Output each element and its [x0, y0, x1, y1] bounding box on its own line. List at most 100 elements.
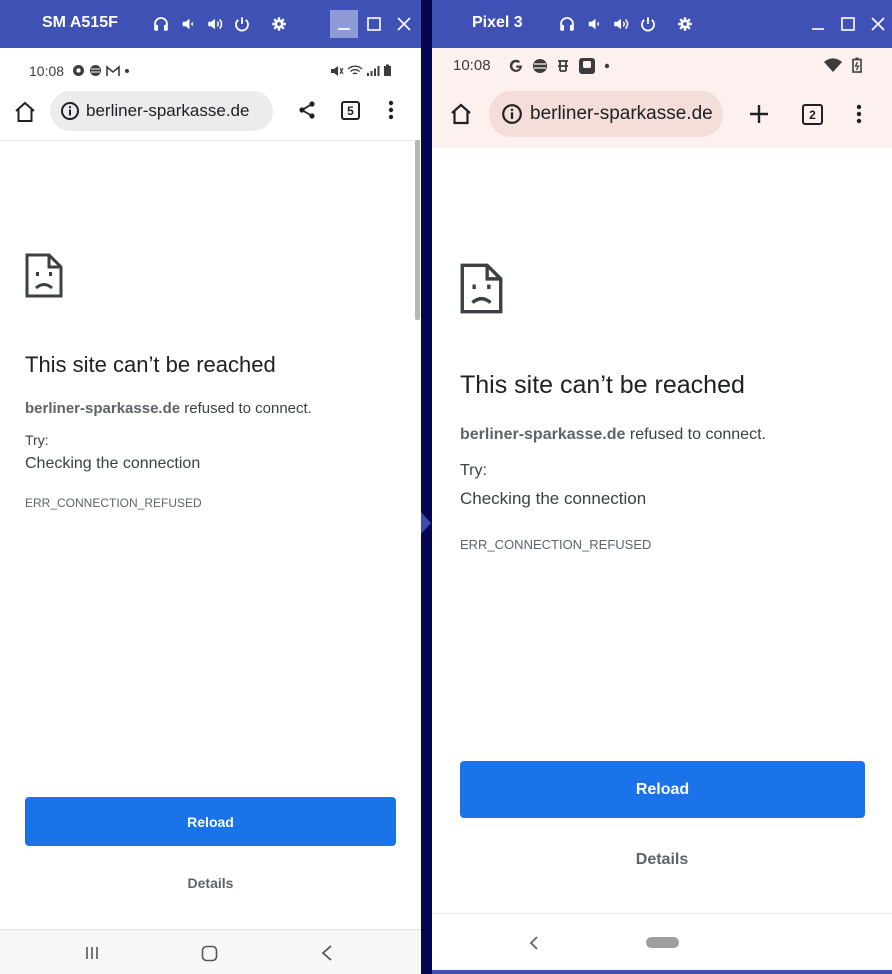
error-host: berliner-sparkasse.de	[25, 400, 181, 417]
bottom-frame-edge	[432, 970, 892, 974]
settings-icon[interactable]	[676, 15, 694, 33]
signal-icon	[367, 65, 380, 76]
error-description: berliner-sparkasse.de refused to connect…	[25, 400, 312, 417]
info-icon[interactable]	[501, 103, 523, 125]
url-bar[interactable]: berliner-sparkasse.de	[489, 91, 723, 137]
wifi-icon	[824, 57, 842, 72]
headphones-icon[interactable]	[558, 15, 576, 33]
power-icon[interactable]	[233, 15, 251, 33]
volume-down-icon[interactable]	[585, 15, 603, 33]
more-vert-icon	[856, 104, 862, 124]
app-notification-icon	[579, 58, 595, 74]
menu-button[interactable]	[380, 98, 402, 122]
tab-switcher-button[interactable]: 2	[802, 104, 823, 125]
home-icon	[15, 101, 35, 122]
drive-notification-icon	[558, 60, 568, 72]
details-button[interactable]: Details	[602, 851, 722, 869]
suggestion-item: Checking the connection	[25, 455, 201, 472]
error-page: This site can’t be reached berliner-spar…	[0, 140, 421, 930]
settings-icon[interactable]	[270, 15, 288, 33]
sad-document-icon	[25, 253, 63, 298]
info-icon[interactable]	[60, 101, 80, 121]
headphones-icon[interactable]	[152, 15, 170, 33]
try-label: Try:	[25, 432, 49, 448]
globe-notification-icon	[90, 65, 101, 76]
emulator-controls	[558, 0, 694, 48]
url-text: berliner-sparkasse.de	[86, 101, 250, 120]
home-pill-icon[interactable]	[646, 937, 679, 948]
battery-icon	[852, 57, 862, 73]
battery-icon	[384, 64, 391, 76]
more-vert-icon	[388, 100, 394, 120]
android-nav-bar	[432, 913, 892, 974]
error-suffix: refused to connect.	[180, 400, 312, 417]
system-status-icons	[330, 64, 392, 77]
volume-down-icon[interactable]	[179, 15, 197, 33]
window-title: Pixel 3	[472, 14, 523, 31]
new-tab-button[interactable]	[747, 102, 771, 126]
error-code: ERR_CONNECTION_REFUSED	[25, 496, 202, 510]
panel-divider	[421, 0, 432, 974]
window-controls	[328, 0, 418, 48]
error-host: berliner-sparkasse.de	[460, 426, 626, 443]
status-time: 10:08	[29, 63, 65, 79]
divider-arrow-icon	[421, 512, 431, 534]
emulator-titlebar: SM A515F	[0, 0, 421, 48]
recent-apps-icon[interactable]	[84, 945, 100, 961]
minimize-button[interactable]	[804, 10, 832, 38]
emulator-titlebar: Pixel 3	[432, 0, 892, 48]
home-button[interactable]	[12, 99, 38, 125]
url-text: berliner-sparkasse.de	[530, 103, 713, 124]
device-window-pixel-3: Pixel 3 10:08 berliner-sparkasse.de 2 Th…	[432, 0, 892, 974]
globe-notification-icon	[533, 59, 547, 73]
notification-icons	[72, 64, 130, 77]
reload-button[interactable]: Reload	[25, 797, 396, 846]
reload-button[interactable]: Reload	[460, 761, 865, 818]
plus-icon	[750, 105, 768, 123]
error-title: This site can’t be reached	[25, 352, 276, 377]
wifi-icon	[347, 64, 363, 75]
gmail-notification-icon	[106, 64, 120, 76]
error-description: berliner-sparkasse.de refused to connect…	[460, 426, 766, 444]
mute-icon	[331, 65, 344, 76]
error-title: This site can’t be reached	[460, 371, 745, 399]
maximize-button[interactable]	[360, 10, 388, 38]
back-nav-icon[interactable]	[320, 944, 334, 962]
close-window-button[interactable]	[864, 10, 892, 38]
sync-notification-icon	[73, 65, 84, 76]
error-page: This site can’t be reached berliner-spar…	[432, 148, 892, 914]
browser-toolbar: berliner-sparkasse.de 5	[0, 90, 421, 141]
volume-up-icon[interactable]	[612, 15, 630, 33]
android-status-bar: 10:08	[432, 48, 892, 84]
volume-up-icon[interactable]	[206, 15, 224, 33]
home-button[interactable]	[448, 101, 474, 127]
error-suffix: refused to connect.	[625, 426, 766, 443]
window-controls	[802, 0, 892, 48]
menu-button[interactable]	[848, 102, 870, 126]
notification-icons	[508, 57, 610, 75]
more-notifications-dot-icon	[604, 63, 610, 69]
system-status-icons	[824, 57, 862, 73]
try-label: Try:	[460, 462, 487, 479]
close-window-button[interactable]	[390, 10, 418, 38]
details-button[interactable]: Details	[150, 875, 271, 891]
window-title: SM A515F	[42, 14, 118, 31]
more-notifications-dot-icon	[125, 68, 129, 73]
scrollbar-thumb[interactable]	[415, 140, 420, 320]
google-icon	[509, 59, 522, 72]
minimize-button[interactable]	[330, 10, 358, 38]
maximize-button[interactable]	[834, 10, 862, 38]
share-button[interactable]	[295, 98, 319, 122]
status-time: 10:08	[453, 57, 491, 74]
emulator-controls	[152, 0, 288, 48]
url-bar[interactable]: berliner-sparkasse.de	[50, 91, 273, 131]
power-icon[interactable]	[639, 15, 657, 33]
android-nav-bar	[0, 929, 421, 974]
android-status-bar: 10:08	[0, 48, 421, 90]
back-nav-icon[interactable]	[529, 936, 539, 950]
error-code: ERR_CONNECTION_REFUSED	[460, 537, 652, 552]
home-nav-icon[interactable]	[201, 945, 218, 962]
browser-toolbar: berliner-sparkasse.de 2	[432, 84, 892, 148]
home-icon	[451, 103, 471, 125]
tab-switcher-button[interactable]: 5	[341, 101, 360, 120]
